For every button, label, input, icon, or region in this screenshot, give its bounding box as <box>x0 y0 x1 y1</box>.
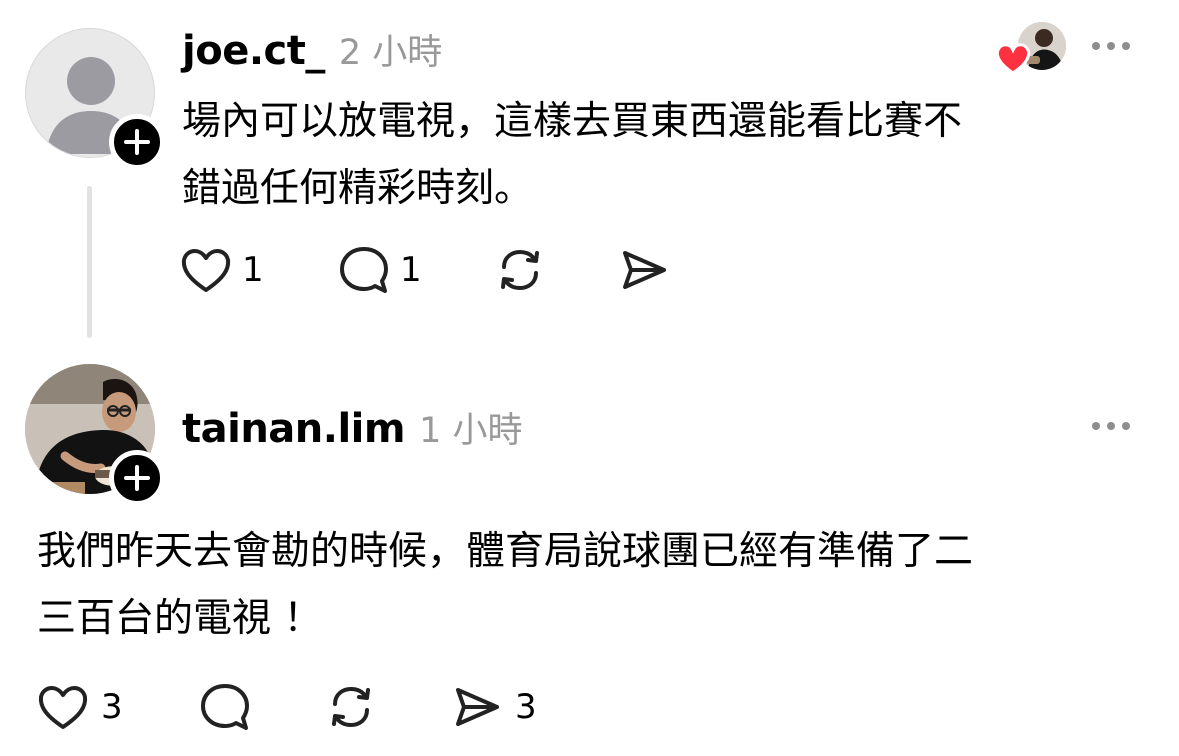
reply-button[interactable]: 1 <box>338 245 422 295</box>
more-icon-dot <box>1107 42 1115 50</box>
share-icon <box>623 251 666 289</box>
heart-icon <box>181 249 231 292</box>
repost-icon <box>501 249 539 291</box>
repost-button[interactable] <box>494 245 546 299</box>
post-body: 場內可以放電視，這樣去買東西還能看比賽不 錯過任何精彩時刻。 <box>182 88 1142 222</box>
share-button[interactable]: 3 <box>451 682 537 732</box>
post-text-line: 錯過任何精彩時刻。 <box>182 166 534 211</box>
more-icon-dot <box>1092 422 1100 430</box>
more-button[interactable] <box>1092 422 1130 430</box>
follow-button-tainan[interactable] <box>109 450 165 506</box>
action-bar: 1 1 <box>180 245 700 297</box>
comment-icon <box>340 247 388 293</box>
post-text-line: 三百台的電視 ！ <box>37 596 323 641</box>
username[interactable]: joe.ct_ <box>182 28 325 74</box>
post-text-line: 場內可以放電視，這樣去買東西還能看比賽不 <box>182 99 963 144</box>
post-body: 我們昨天去會勘的時候，體育局說球團已經有準備了二 三百台的電視 ！ <box>37 518 1157 652</box>
more-icon-dot <box>1122 422 1130 430</box>
post-header: tainan.lim 1 小時 <box>182 402 522 452</box>
timestamp: 2 小時 <box>338 33 443 73</box>
follow-button-joe[interactable] <box>109 114 165 170</box>
post-text-line: 我們昨天去會勘的時候，體育局說球團已經有準備了二 <box>37 529 974 574</box>
reply-count: 1 <box>400 250 422 290</box>
share-icon <box>456 688 499 726</box>
share-count: 3 <box>515 687 537 727</box>
like-count: 1 <box>242 250 264 290</box>
heart-filled-icon <box>995 43 1031 75</box>
more-icon-dot <box>1092 42 1100 50</box>
like-button[interactable]: 3 <box>37 682 123 732</box>
action-bar: 3 3 <box>37 682 557 734</box>
plus-icon <box>124 465 150 491</box>
like-button[interactable]: 1 <box>180 245 264 295</box>
thread-line <box>87 186 92 338</box>
more-button[interactable] <box>1092 42 1130 50</box>
reply-button[interactable] <box>199 682 251 736</box>
repost-button[interactable] <box>325 682 377 736</box>
post-header: joe.ct_ 2 小時 <box>182 24 442 74</box>
timestamp: 1 小時 <box>419 411 523 451</box>
username[interactable]: tainan.lim <box>182 406 406 452</box>
more-icon-dot <box>1107 422 1115 430</box>
liked-heart-badge <box>994 42 1032 80</box>
plus-icon <box>124 129 150 155</box>
comment-icon <box>201 684 249 730</box>
more-icon-dot <box>1122 42 1130 50</box>
like-count: 3 <box>101 687 123 727</box>
share-button[interactable] <box>618 245 670 299</box>
repost-icon <box>332 686 370 728</box>
heart-icon <box>38 686 88 729</box>
